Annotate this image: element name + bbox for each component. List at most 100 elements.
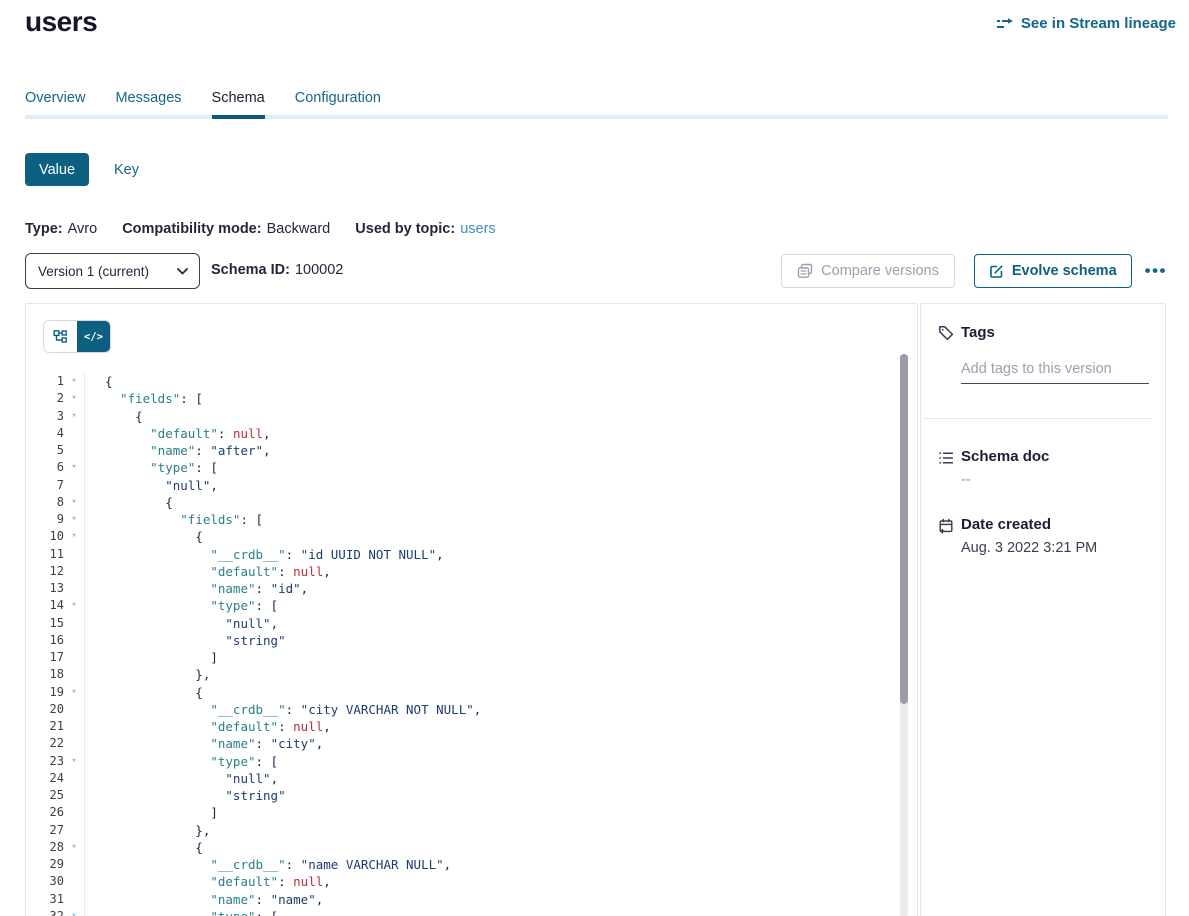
line-number: 24: [26, 770, 64, 787]
compare-versions-button[interactable]: Compare versions: [781, 254, 955, 288]
schema-id: Schema ID: 100002: [211, 262, 343, 278]
fold-arrow-icon[interactable]: ▾: [64, 839, 85, 856]
code-text: },: [105, 822, 210, 839]
code-line: 7 "null",: [26, 477, 903, 494]
code-line: 1▾{: [26, 373, 903, 390]
fold-column: [64, 873, 85, 890]
code-text: "name": "city",: [105, 735, 323, 752]
editor-scrollbar-track[interactable]: [900, 354, 908, 916]
code-text: {: [105, 839, 203, 856]
serde-toggle: Value Key: [25, 153, 139, 186]
fold-arrow-icon[interactable]: ▾: [64, 511, 85, 528]
type-value: Avro: [68, 221, 98, 237]
code-view-button[interactable]: </>: [77, 321, 110, 352]
code-line: 10▾{: [26, 528, 903, 545]
code-line: 26]: [26, 804, 903, 821]
evolve-schema-button[interactable]: Evolve schema: [974, 254, 1132, 288]
fold-column: [64, 615, 85, 632]
code-text: "name": "after",: [105, 442, 271, 459]
tab-configuration[interactable]: Configuration: [295, 89, 381, 107]
line-number: 22: [26, 735, 64, 752]
fold-column: [64, 442, 85, 459]
code-text: },: [105, 666, 210, 683]
schema-side-panel: Tags Schema doc -- D: [920, 303, 1166, 916]
code-text: "null",: [105, 770, 278, 787]
line-number: 30: [26, 873, 64, 890]
fold-arrow-icon[interactable]: ▾: [64, 459, 85, 476]
date-created-heading: Date created: [961, 516, 1051, 533]
fold-arrow-icon[interactable]: ▾: [64, 528, 85, 545]
line-number: 19: [26, 684, 64, 701]
code-text: "null",: [105, 615, 278, 632]
line-number: 1: [26, 373, 64, 390]
code-text: "__crdb__": "name VARCHAR NULL",: [105, 856, 451, 873]
version-select-wrap: Version 1 (current): [25, 253, 200, 289]
line-number: 4: [26, 425, 64, 442]
line-number: 9: [26, 511, 64, 528]
fold-column: [64, 718, 85, 735]
code-line: 12"default": null,: [26, 563, 903, 580]
version-actions: Compare versions Evolve schema •••: [781, 254, 1170, 288]
line-number: 7: [26, 477, 64, 494]
code-line: 22 "name": "city",: [26, 735, 903, 752]
line-number: 15: [26, 615, 64, 632]
code-line: 28▾{: [26, 839, 903, 856]
line-number: 17: [26, 649, 64, 666]
code-line: 17]: [26, 649, 903, 666]
fold-arrow-icon[interactable]: ▾: [64, 753, 85, 770]
code-text: "null",: [105, 477, 218, 494]
fold-column: [64, 891, 85, 908]
code-text: {: [105, 528, 203, 545]
code-text: "__crdb__": "id UUID NOT NULL",: [105, 546, 444, 563]
more-actions-button[interactable]: •••: [1142, 261, 1170, 281]
code-line: 18},: [26, 666, 903, 683]
code-line: 2▾"fields": [: [26, 390, 903, 407]
editor-view-toggle: </>: [43, 320, 111, 353]
code-text: "type": [: [105, 753, 278, 770]
code-editor[interactable]: 1▾{2▾"fields": [3▾{4"default": null,5"na…: [26, 373, 903, 916]
fold-arrow-icon[interactable]: ▾: [64, 494, 85, 511]
schema-meta-row: Type:Avro Compatibility mode:Backward Us…: [25, 221, 496, 237]
code-line: 5"name": "after",: [26, 442, 903, 459]
tab-overview[interactable]: Overview: [25, 89, 85, 107]
code-text: {: [105, 408, 143, 425]
fold-arrow-icon[interactable]: ▾: [64, 408, 85, 425]
code-text: "name": "id",: [105, 580, 308, 597]
line-number: 16: [26, 632, 64, 649]
code-text: "default": null,: [105, 563, 331, 580]
tab-messages[interactable]: Messages: [115, 89, 181, 107]
line-number: 11: [26, 546, 64, 563]
fold-arrow-icon[interactable]: ▾: [64, 684, 85, 701]
line-number: 26: [26, 804, 64, 821]
code-text: "fields": [: [105, 511, 263, 528]
schema-id-value: 100002: [295, 262, 343, 278]
tab-schema[interactable]: Schema: [212, 89, 265, 107]
fold-arrow-icon[interactable]: ▾: [64, 597, 85, 614]
fold-arrow-icon[interactable]: ▾: [64, 373, 85, 390]
fold-column: [64, 856, 85, 873]
version-select[interactable]: Version 1 (current): [25, 253, 200, 289]
fold-arrow-icon[interactable]: ▾: [64, 390, 85, 407]
code-line: 4"default": null,: [26, 425, 903, 442]
code-text: "__crdb__": "city VARCHAR NOT NULL",: [105, 701, 481, 718]
code-line: 6▾"type": [: [26, 459, 903, 476]
stream-lineage-link[interactable]: See in Stream lineage: [996, 15, 1176, 32]
topic-link[interactable]: users: [460, 221, 495, 237]
line-number: 21: [26, 718, 64, 735]
fold-arrow-icon[interactable]: ▾: [64, 908, 85, 916]
code-line: 3▾{: [26, 408, 903, 425]
schema-id-label: Schema ID:: [211, 262, 290, 278]
value-tab-button[interactable]: Value: [25, 153, 89, 186]
fold-column: [64, 580, 85, 597]
line-number: 2: [26, 390, 64, 407]
compatibility-label: Compatibility mode:: [122, 221, 261, 237]
code-line: 9▾ "fields": [: [26, 511, 903, 528]
code-text: "type": [: [105, 459, 218, 476]
fold-column: [64, 425, 85, 442]
compare-versions-icon: [797, 263, 813, 279]
tags-input[interactable]: [961, 359, 1149, 384]
fold-column: [64, 822, 85, 839]
key-tab-button[interactable]: Key: [114, 162, 139, 178]
editor-scrollbar-thumb[interactable]: [900, 354, 908, 704]
tree-view-button[interactable]: [44, 321, 77, 352]
